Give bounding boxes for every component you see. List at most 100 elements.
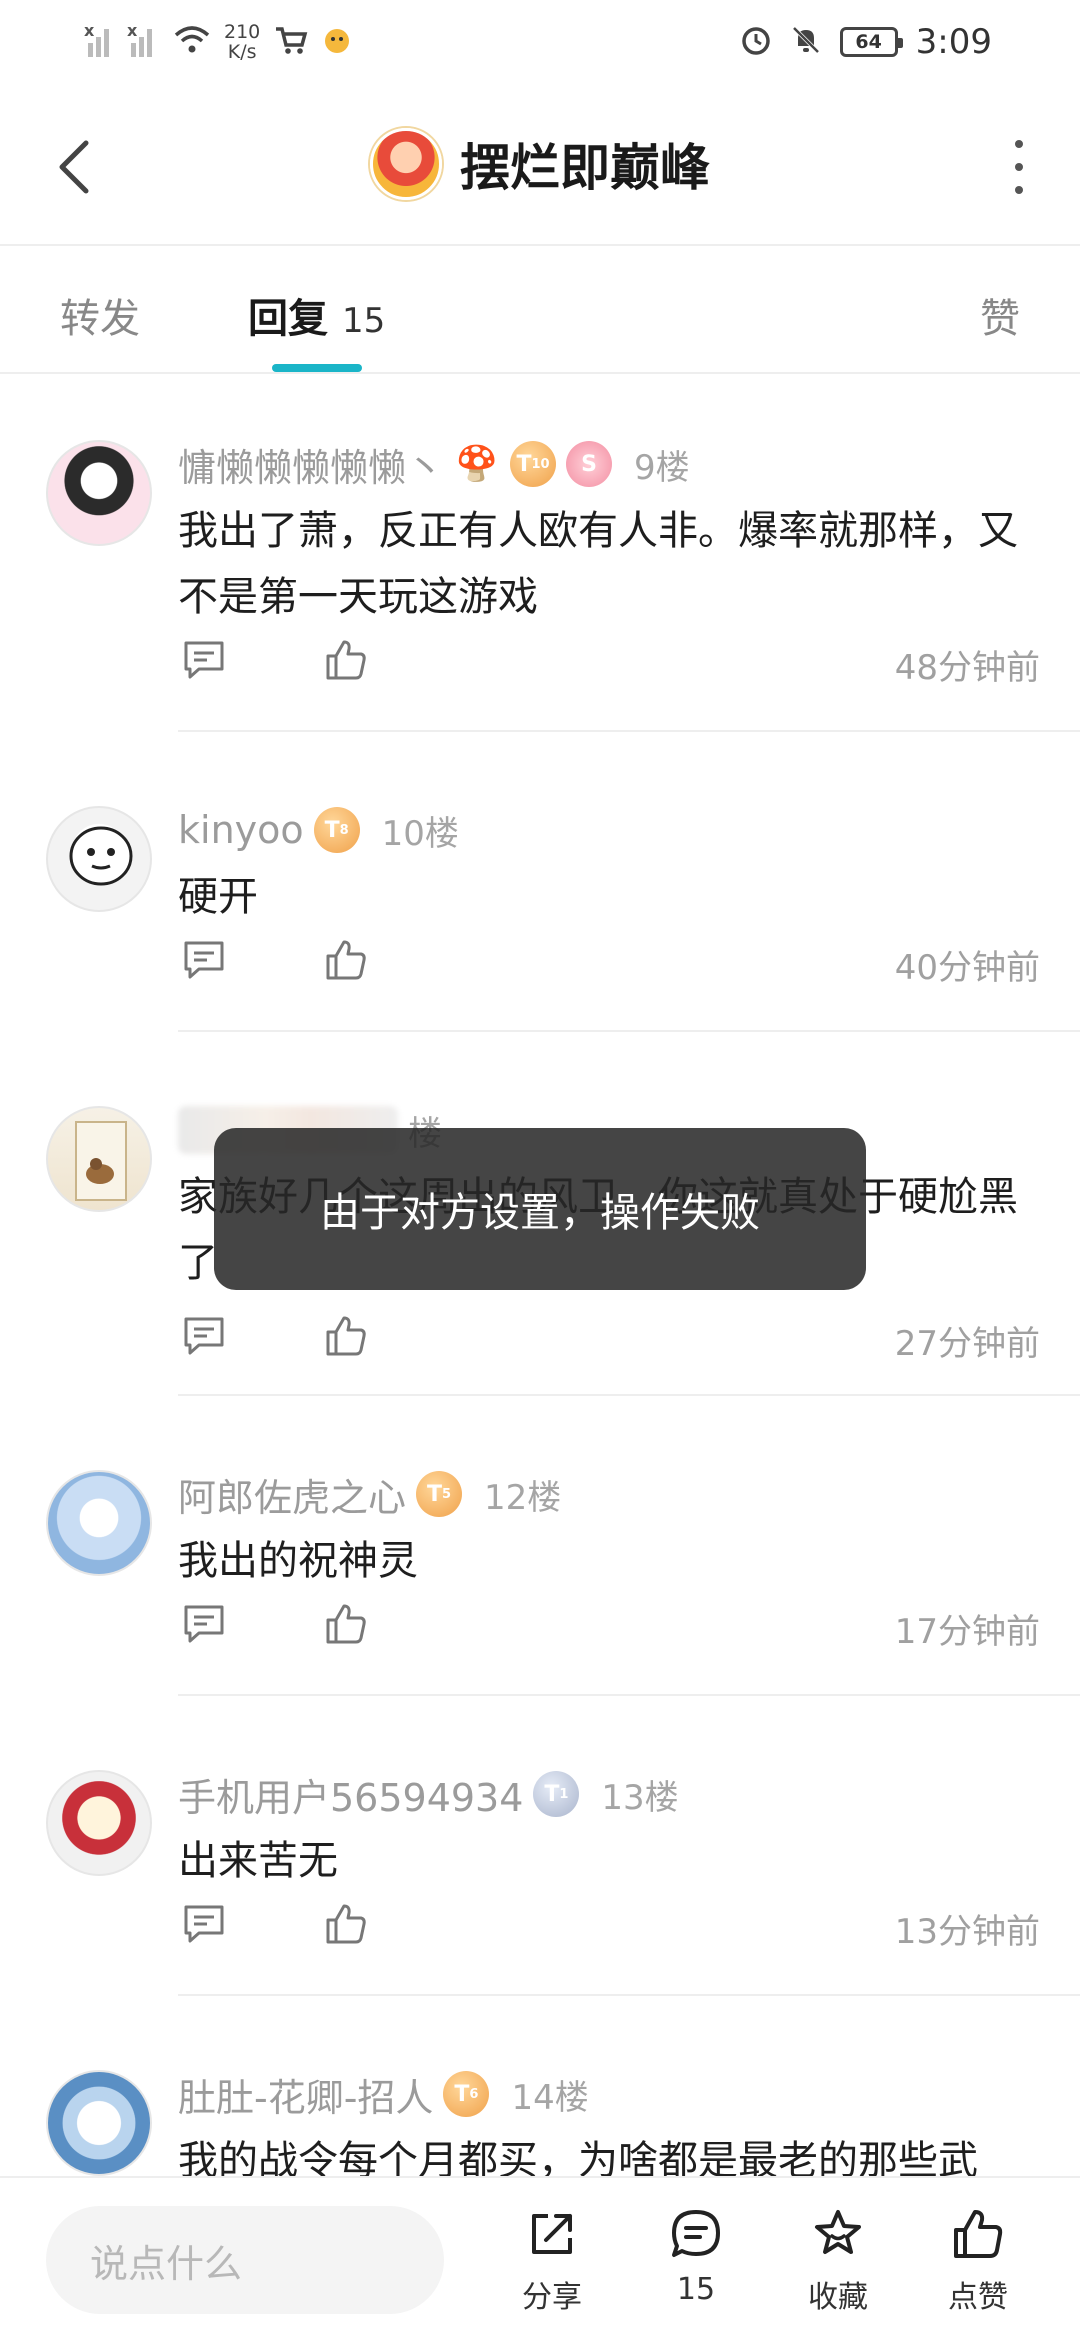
toast-text: 由于对方设置，操作失败: [320, 1190, 760, 1236]
thumbs-up-icon: [326, 640, 366, 680]
tab-reply-label: 回复: [248, 296, 328, 342]
share-button[interactable]: 分享: [502, 2206, 602, 2316]
back-button[interactable]: [44, 132, 104, 202]
reply-button[interactable]: [178, 934, 230, 986]
username[interactable]: 慵懒懒懒懒懒丶: [178, 437, 444, 492]
floor-number: 14楼: [511, 2077, 589, 2118]
forum-avatar: [370, 128, 442, 200]
divider: [178, 1030, 1080, 1032]
divider: [178, 1394, 1080, 1396]
level-badge: T5: [416, 1471, 463, 1517]
forum-title: 摆烂即巅峰: [460, 139, 710, 197]
more-dot-icon: [1015, 186, 1023, 194]
username[interactable]: 手机用户56594934: [178, 1767, 523, 1822]
share-icon: [532, 2214, 572, 2254]
thumbs-up-icon: [326, 940, 366, 980]
comment-input-placeholder: 说点什么: [90, 2241, 243, 2286]
username[interactable]: 肚肚-花卿-招人: [178, 2067, 433, 2122]
floor-number: 10楼: [381, 813, 459, 854]
speed-unit: K/s: [227, 41, 257, 63]
status-bar: x x 210 K/s 64 3:09: [0, 0, 1080, 84]
avatar[interactable]: [46, 1106, 152, 1212]
header: 摆烂即巅峰: [0, 84, 1080, 246]
comment-icon: [184, 1605, 224, 1643]
reply-button[interactable]: [178, 1898, 230, 1950]
avatar[interactable]: [46, 806, 152, 912]
divider: [178, 1994, 1080, 1996]
level-badge: T8: [313, 807, 360, 853]
floor-number: 9楼: [634, 447, 690, 488]
reply-button[interactable]: [178, 1310, 230, 1362]
comment-text: 出来苦无: [178, 1838, 338, 1884]
tab-reply[interactable]: 回复 15: [248, 286, 385, 344]
like-label: 点赞: [948, 2280, 1008, 2315]
more-dot-icon: [1015, 163, 1023, 171]
tab-like[interactable]: 赞: [980, 286, 1020, 344]
like-button[interactable]: [320, 634, 372, 686]
mute-bell-icon: [790, 24, 822, 61]
comment-text: 我出了萧，反正有人欧有人非。爆率就那样，又不是第一天玩这游戏: [178, 508, 1018, 620]
back-arrow-icon: [59, 140, 89, 194]
comment-time: 27分钟前: [894, 1324, 1040, 1364]
comment-actions: 17分钟前: [178, 1598, 1040, 1658]
avatar[interactable]: [46, 2070, 152, 2176]
like-button[interactable]: [320, 1310, 372, 1362]
shopping-cart-icon: [274, 25, 308, 60]
comment-actions: 48分钟前: [178, 634, 1040, 694]
avatar[interactable]: [46, 1470, 152, 1576]
favorite-label: 收藏: [808, 2280, 868, 2315]
thumbs-up-icon: [326, 1904, 366, 1944]
star-icon: [815, 2210, 861, 2254]
avatar[interactable]: [46, 1770, 152, 1876]
swirl-badge-icon: S: [566, 441, 613, 487]
tab-indicator: [272, 364, 362, 372]
tab-forward[interactable]: 转发: [60, 286, 140, 344]
divider: [178, 1694, 1080, 1696]
username[interactable]: kinyoo: [178, 808, 304, 852]
comment-meta: 阿郎佐虎之心 T5 12楼: [178, 1464, 1040, 1524]
comment-text: 我出的祝神灵: [178, 1538, 418, 1584]
reply-button[interactable]: [178, 1598, 230, 1650]
share-label: 分享: [522, 2280, 582, 2315]
avatar-painting-icon: [75, 1121, 127, 1201]
reply-count-button[interactable]: 15: [646, 2206, 746, 2307]
comment-meta: 手机用户56594934 T1 13楼: [178, 1764, 1040, 1824]
toast-message: 由于对方设置，操作失败: [214, 1128, 866, 1290]
network-speed: 210 K/s: [224, 22, 260, 62]
tab-bar: 转发 回复 15 赞: [0, 248, 1080, 374]
comment-icon: [184, 1905, 224, 1943]
comment-icon: [184, 641, 224, 679]
comment-text: 硬开: [178, 874, 258, 920]
mushroom-badge-icon: 🍄: [455, 444, 499, 484]
favorite-button[interactable]: 收藏: [788, 2206, 888, 2316]
floor-number: 12楼: [484, 1477, 562, 1518]
comment-bubble-icon: [672, 2210, 720, 2257]
comment-input[interactable]: 说点什么: [46, 2206, 444, 2314]
avatar[interactable]: [46, 440, 152, 546]
more-options-button[interactable]: [1004, 140, 1034, 194]
divider: [178, 730, 1080, 732]
bottom-bar: 说点什么 分享 15 收藏 点赞: [0, 2176, 1080, 2340]
like-button[interactable]: [320, 1598, 372, 1650]
reply-button[interactable]: [178, 634, 230, 686]
like-button[interactable]: [320, 1898, 372, 1950]
username[interactable]: 阿郎佐虎之心: [178, 1467, 406, 1522]
status-left: x x 210 K/s: [84, 21, 352, 62]
reply-count-label: 15: [676, 2272, 716, 2307]
battery-level: 64: [855, 31, 882, 53]
like-button[interactable]: [320, 934, 372, 986]
signal-2-icon: x: [127, 21, 160, 57]
wifi-icon: [174, 25, 210, 60]
thumbs-up-icon: [326, 1316, 366, 1356]
alarm-icon: [740, 24, 772, 61]
comment-actions: 40分钟前: [178, 934, 1040, 994]
floor-number: 13楼: [601, 1777, 679, 1818]
level-badge: T6: [443, 2071, 490, 2117]
like-post-button[interactable]: 点赞: [928, 2206, 1028, 2316]
comment-actions: 27分钟前: [178, 1310, 1040, 1370]
comment-time: 17分钟前: [894, 1612, 1040, 1652]
forum-title-wrap[interactable]: 摆烂即巅峰: [370, 128, 710, 200]
comment-icon: [184, 941, 224, 979]
comment-time: 48分钟前: [894, 648, 1040, 688]
thumbs-up-icon: [326, 1604, 366, 1644]
